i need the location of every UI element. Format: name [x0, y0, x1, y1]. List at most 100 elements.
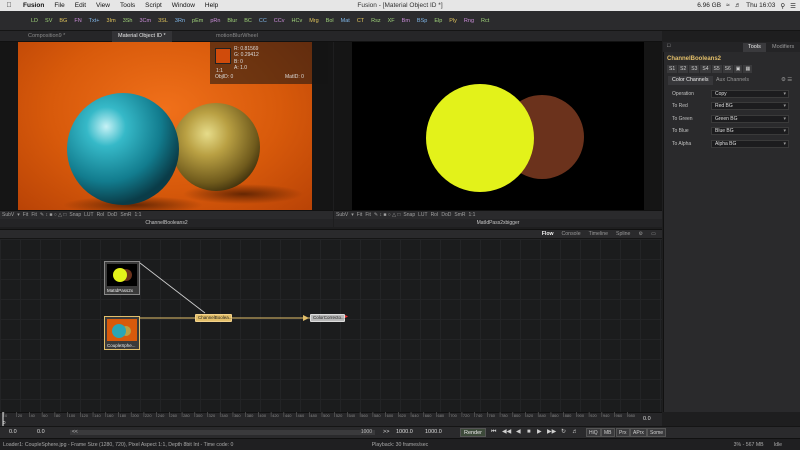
step-forward-icon[interactable]: ▶▶	[547, 428, 556, 437]
tool-button-bsp[interactable]: BSp	[414, 14, 430, 28]
inspector-tool-name[interactable]: ChannelBooleans2	[667, 56, 721, 62]
subtab-s1[interactable]: S1	[667, 65, 678, 73]
subtab-s3[interactable]: S3	[689, 65, 700, 73]
motion-blur-toggle[interactable]: MB	[601, 428, 615, 437]
tab-composition9[interactable]: Composition9 *	[22, 31, 71, 42]
node-couplesphere[interactable]: CoupleSphe...	[104, 316, 140, 350]
render-button[interactable]: Render	[460, 428, 486, 437]
range-slider[interactable]: << 1000	[70, 429, 375, 435]
stop-icon[interactable]: ■	[527, 428, 531, 437]
subtab-s4[interactable]: S4	[700, 65, 711, 73]
flow-node-editor[interactable]: MatIdPass2x CoupleSphe... ChannelBoolea.…	[0, 239, 662, 412]
tool-button-ply[interactable]: Ply	[446, 14, 460, 28]
tool-button-sv[interactable]: SV	[42, 14, 55, 28]
fit-button-right[interactable]: Fit	[357, 212, 363, 218]
menu-tools[interactable]: Tools	[115, 2, 140, 9]
render-end-field[interactable]: 1000.0	[425, 429, 442, 435]
menu-file[interactable]: File	[49, 2, 69, 9]
fit-button-left-2[interactable]: Fit	[31, 212, 37, 218]
menu-script[interactable]: Script	[140, 2, 167, 9]
menu-window[interactable]: Window	[167, 2, 200, 9]
tool-button-rng[interactable]: Rng	[461, 14, 477, 28]
tool-button-ccv[interactable]: CCv	[271, 14, 288, 28]
subtab-s5[interactable]: S5	[711, 65, 722, 73]
apple-icon[interactable]: 	[0, 2, 18, 9]
go-to-start-icon[interactable]: ⏮	[491, 428, 496, 437]
tab-console[interactable]: Console	[562, 231, 581, 237]
tab-motion-blur-wheel[interactable]: motionBlurWheel	[210, 31, 264, 42]
node-channelbooleans[interactable]: ChannelBoolea...	[195, 314, 233, 322]
tool-button-3rn[interactable]: 3Rn	[172, 14, 188, 28]
tab-options-icons[interactable]: ⚙ ☰	[781, 77, 792, 83]
selective-update-toggle[interactable]: Some	[647, 428, 667, 437]
tab-flow[interactable]: Flow	[542, 231, 554, 237]
node-colorcorrector[interactable]: ColorCorrecto...	[310, 314, 345, 322]
global-end-field[interactable]: 1000.0	[396, 429, 413, 435]
tab-aux-channels[interactable]: Aux Channels	[712, 76, 753, 85]
tool-button-prn[interactable]: pRn	[207, 14, 223, 28]
tool-button-ld[interactable]: LD	[28, 14, 41, 28]
tool-button-bol[interactable]: Bol	[323, 14, 337, 28]
tool-button-xf[interactable]: XF	[385, 14, 398, 28]
tool-button-3im[interactable]: 3Im	[104, 14, 119, 28]
hiq-toggle[interactable]: HiQ	[586, 428, 601, 437]
viewer-tools-icons-left[interactable]: ✎ ↕ ■ ○ △ □	[40, 212, 67, 218]
dod-button-left[interactable]: DoD	[107, 212, 117, 218]
auto-proxy-toggle[interactable]: APrx	[630, 428, 647, 437]
tool-button-rct[interactable]: Rct	[478, 14, 492, 28]
proxy-toggle[interactable]: Prx	[616, 428, 630, 437]
tool-button-pem[interactable]: pEm	[189, 14, 206, 28]
roi-button-left[interactable]: RoI	[97, 212, 105, 218]
play-reverse-icon[interactable]: ◀	[516, 428, 521, 437]
tool-button-bc[interactable]: BC	[241, 14, 255, 28]
param-to-red-select[interactable]: Red BG ▾	[711, 102, 789, 110]
loop-icon[interactable]: ↻	[561, 428, 566, 437]
tool-button-ct[interactable]: CT	[354, 14, 367, 28]
tool-button-rsz[interactable]: Rsz	[368, 14, 383, 28]
fit-button-right-2[interactable]: Fit	[365, 212, 371, 218]
panel-toggle-icon[interactable]: □	[667, 43, 670, 49]
audio-icon[interactable]: ♬	[572, 428, 578, 437]
tool-button-blur[interactable]: Blur	[224, 14, 240, 28]
tool-button-mat[interactable]: Mat	[338, 14, 353, 28]
viewer-right[interactable]	[334, 42, 662, 210]
menu-help[interactable]: Help	[200, 2, 223, 9]
tool-button-3sl[interactable]: 3SL	[155, 14, 171, 28]
gear-icon[interactable]: ⚙	[638, 231, 643, 237]
dod-button-right[interactable]: DoD	[441, 212, 451, 218]
lut-button-right[interactable]: LUT	[418, 212, 427, 218]
snap-button-right[interactable]: Snap	[403, 212, 415, 218]
tool-button-fn[interactable]: FN	[71, 14, 84, 28]
smr-button-right[interactable]: SmR	[454, 212, 465, 218]
search-icon[interactable]: ⚲	[780, 2, 785, 10]
tool-button-3cm[interactable]: 3Cm	[137, 14, 155, 28]
play-icon[interactable]: ▶	[537, 428, 542, 437]
menu-app-fusion[interactable]: Fusion	[18, 2, 49, 9]
tool-button-bm[interactable]: Bm	[399, 14, 413, 28]
smr-button-left[interactable]: SmR	[120, 212, 131, 218]
tab-color-channels[interactable]: Color Channels	[668, 76, 713, 85]
lut-button-left[interactable]: LUT	[84, 212, 93, 218]
global-start-field[interactable]: 0.0	[9, 429, 17, 435]
clock[interactable]: Thu 16:03	[746, 2, 775, 9]
tab-spline[interactable]: Spline	[616, 231, 630, 237]
viewer-tools-icons-right[interactable]: ✎ ↕ ■ ○ △ □	[374, 212, 401, 218]
color-swatch-icon[interactable]: ▣	[733, 65, 743, 73]
param-to-green-select[interactable]: Green BG ▾	[711, 115, 789, 123]
volume-icon[interactable]: ♬	[735, 2, 742, 9]
range-end-marker[interactable]: >>	[383, 429, 389, 435]
fit-button-left[interactable]: Fit	[23, 212, 29, 218]
param-operation-select[interactable]: Copy ▾	[711, 90, 789, 98]
tool-button-elp[interactable]: Elp	[431, 14, 445, 28]
tool-button-cc[interactable]: CC	[256, 14, 270, 28]
subtab-s2[interactable]: S2	[678, 65, 689, 73]
param-to-alpha-select[interactable]: Alpha BG ▾	[711, 140, 789, 148]
chevron-down-icon[interactable]: ▾	[351, 212, 354, 218]
subtab-s6[interactable]: S6	[722, 65, 733, 73]
roi-button-right[interactable]: RoI	[431, 212, 439, 218]
menu-edit[interactable]: Edit	[70, 2, 91, 9]
tool-button-bg[interactable]: BG	[56, 14, 70, 28]
tool-button-mrg[interactable]: Mrg	[306, 14, 321, 28]
wifi-icon[interactable]: ≈	[726, 2, 730, 9]
menu-view[interactable]: View	[91, 2, 115, 9]
